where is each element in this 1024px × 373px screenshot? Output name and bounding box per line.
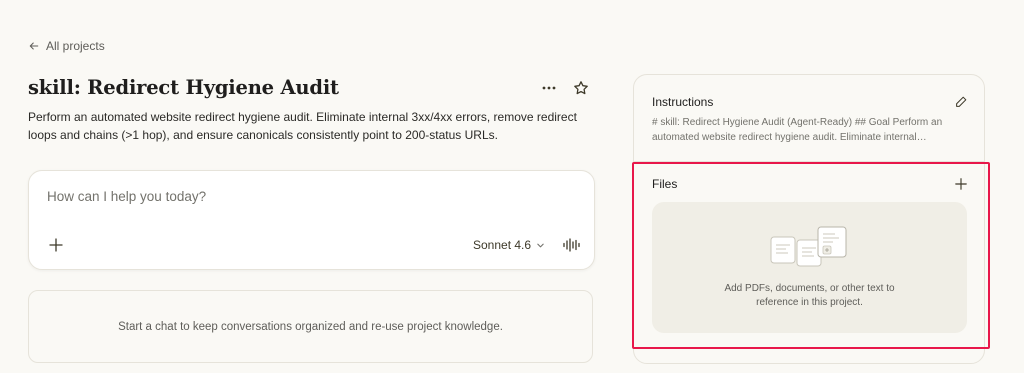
chat-input[interactable] [47, 189, 567, 204]
empty-chats-text: Start a chat to keep conversations organ… [118, 320, 503, 333]
page-title: skill: Redirect Hygiene Audit [28, 76, 339, 99]
files-dropzone[interactable]: Add PDFs, documents, or other text to re… [652, 202, 967, 333]
instructions-title: Instructions [652, 95, 714, 109]
star-project-button[interactable] [572, 79, 590, 97]
project-header: skill: Redirect Hygiene Audit [28, 76, 592, 99]
more-options-button[interactable] [540, 79, 558, 97]
chat-composer: Sonnet 4.6 [28, 170, 595, 270]
documents-icon [770, 226, 847, 267]
plus-icon[interactable] [954, 177, 968, 191]
model-selector[interactable]: Sonnet 4.6 [473, 238, 545, 252]
instructions-preview[interactable]: # skill: Redirect Hygiene Audit (Agent-R… [652, 115, 962, 145]
dropzone-text-line1: Add PDFs, documents, or other text to [724, 283, 895, 294]
instructions-header[interactable]: Instructions [652, 95, 968, 109]
project-description: Perform an automated website redirect hy… [28, 110, 577, 142]
back-link-label: All projects [46, 39, 105, 53]
files-header: Files [652, 177, 968, 191]
waveform-icon[interactable] [562, 236, 580, 254]
dropzone-text-line2: reference in this project. [756, 297, 863, 308]
model-name: Sonnet 4.6 [473, 238, 532, 252]
back-to-projects-link[interactable]: All projects [28, 39, 105, 53]
empty-chats-placeholder: Start a chat to keep conversations organ… [28, 290, 593, 363]
plus-icon[interactable] [48, 237, 64, 253]
dropzone-text: Add PDFs, documents, or other text to re… [652, 282, 967, 310]
star-icon [574, 80, 588, 94]
pencil-icon[interactable] [954, 95, 968, 109]
arrow-left-icon [29, 42, 39, 50]
chevron-down-icon [537, 243, 544, 247]
more-horizontal-icon [542, 86, 556, 89]
files-title: Files [652, 177, 678, 191]
title-actions [540, 79, 592, 97]
